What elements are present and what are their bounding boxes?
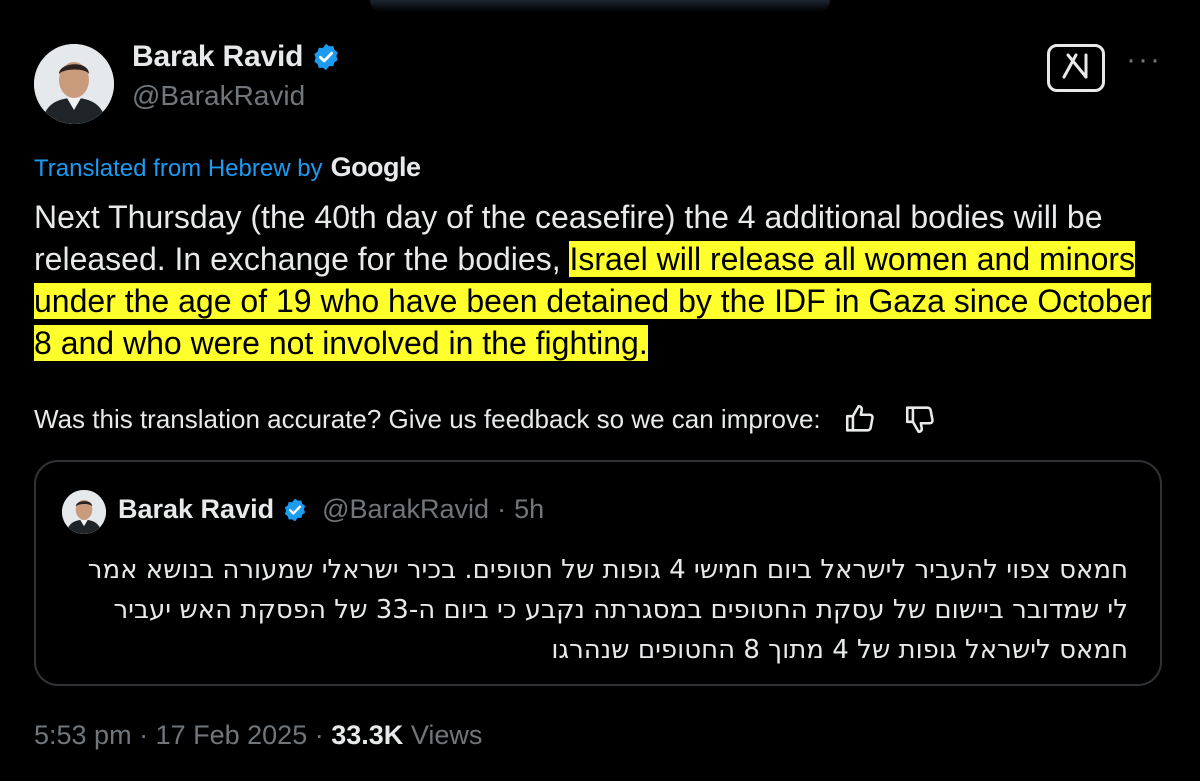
quoted-time: 5h: [514, 494, 545, 524]
grok-button[interactable]: [1047, 44, 1105, 92]
meta-separator: ·: [139, 720, 149, 750]
views-label: Views: [410, 720, 483, 750]
quoted-author-avatar: [62, 490, 106, 534]
thumbs-up-icon[interactable]: [843, 402, 877, 436]
tweet-date[interactable]: 17 Feb 2025: [156, 720, 308, 750]
verified-badge-icon: [311, 42, 341, 72]
verified-badge-icon: [282, 497, 308, 523]
tweet-time[interactable]: 5:53 pm: [34, 720, 132, 750]
author-avatar[interactable]: [34, 44, 114, 124]
author-handle[interactable]: @BarakRavid: [132, 80, 305, 112]
translated-from-label[interactable]: Translated from Hebrew by: [34, 155, 323, 183]
quoted-tweet[interactable]: Barak Ravid @BarakRavid · 5h חמאס צפוי ל…: [34, 460, 1162, 686]
tweet-text: Next Thursday (the 40th day of the cease…: [34, 196, 1174, 364]
quoted-author-name: Barak Ravid: [118, 494, 275, 524]
translation-feedback-prompt: Was this translation accurate? Give us f…: [34, 403, 821, 434]
quoted-separator: ·: [497, 494, 507, 524]
author-name[interactable]: Barak Ravid: [132, 40, 303, 74]
tweet-meta: 5:53 pm · 17 Feb 2025 · 33.3K Views: [34, 720, 482, 751]
google-logo: Google: [330, 152, 422, 182]
views-count: 33.3K: [331, 720, 404, 750]
grok-icon: [1060, 51, 1092, 86]
top-edge-glow: [370, 0, 830, 12]
more-icon[interactable]: ···: [1124, 45, 1164, 75]
quoted-author-handle: @BarakRavid: [322, 494, 490, 524]
meta-separator: ·: [314, 720, 324, 750]
thumbs-down-icon[interactable]: [903, 402, 937, 436]
quoted-tweet-text: חמאס צפוי להעביר לישראל ביום חמישי 4 גופ…: [87, 555, 1128, 665]
